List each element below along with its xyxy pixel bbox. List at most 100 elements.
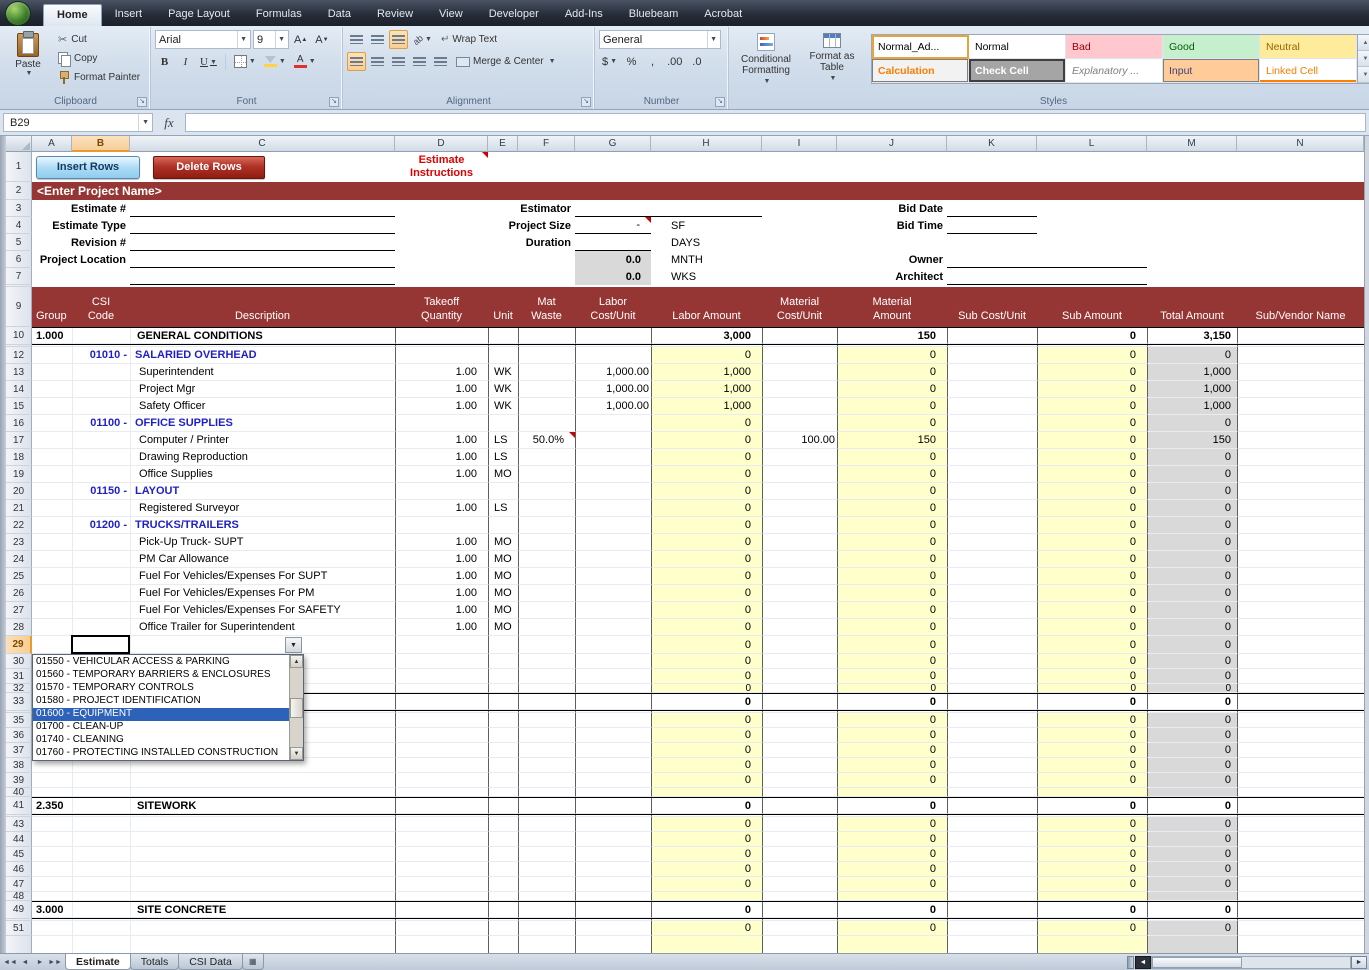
cell-B10[interactable]: [72, 328, 130, 344]
cell-M21[interactable]: 0: [1147, 500, 1237, 517]
cell-B26[interactable]: [72, 585, 130, 602]
column-header-G[interactable]: G: [575, 136, 651, 152]
cell-H37[interactable]: 0: [651, 743, 762, 758]
cell-H10[interactable]: 3,000: [651, 328, 762, 344]
cell-D28[interactable]: 1.00: [395, 619, 488, 636]
column-header-M[interactable]: M: [1147, 136, 1237, 152]
row-header-43[interactable]: 43: [6, 817, 32, 832]
cell-I17[interactable]: 100.00: [762, 432, 837, 449]
cell-I44[interactable]: [762, 832, 837, 847]
cell-A17[interactable]: [32, 432, 72, 449]
cell-J41[interactable]: 0: [837, 798, 947, 814]
dropdown-item[interactable]: 01760 - PROTECTING INSTALLED CONSTRUCTIO…: [33, 747, 289, 760]
cell-N5[interactable]: [1237, 234, 1364, 251]
dropdown-arrow-button[interactable]: ▼: [285, 637, 302, 653]
cell-C46[interactable]: [130, 862, 395, 877]
cell-N22[interactable]: [1237, 517, 1364, 534]
cell-G38[interactable]: [575, 758, 651, 773]
cell-B13[interactable]: [72, 364, 130, 381]
cell-style-neutral[interactable]: Neutral: [1260, 35, 1357, 59]
cell-F20[interactable]: [518, 483, 575, 500]
cell-G28[interactable]: [575, 619, 651, 636]
cell-J38[interactable]: 0: [837, 758, 947, 773]
cell-N31[interactable]: [1237, 669, 1364, 684]
cell-H29[interactable]: 0: [651, 636, 762, 654]
cell-J40[interactable]: [837, 788, 947, 797]
cell-A3[interactable]: Estimate #: [32, 200, 130, 217]
cell-D15[interactable]: 1.00: [395, 398, 488, 415]
cell-G27[interactable]: [575, 602, 651, 619]
cell-J30[interactable]: 0: [837, 654, 947, 669]
cell-M51[interactable]: 0: [1147, 921, 1237, 936]
scroll-thumb[interactable]: [1152, 956, 1242, 968]
cell-F37[interactable]: [518, 743, 575, 758]
cell-M15[interactable]: 1,000: [1147, 398, 1237, 415]
cell-L48[interactable]: [1037, 892, 1147, 901]
cell-I20[interactable]: [762, 483, 837, 500]
cell-G30[interactable]: [575, 654, 651, 669]
cell-C12[interactable]: SALARIED OVERHEAD: [130, 347, 395, 364]
cell-style-explanatory-[interactable]: Explanatory ...: [1066, 59, 1163, 83]
cell-C4[interactable]: [130, 217, 395, 234]
scroll-up-icon[interactable]: ▲: [290, 655, 303, 668]
cell-L36[interactable]: 0: [1037, 728, 1147, 743]
cell-L20[interactable]: 0: [1037, 483, 1147, 500]
cell-L44[interactable]: 0: [1037, 832, 1147, 847]
cell-L47[interactable]: 0: [1037, 877, 1147, 892]
row-header-10[interactable]: 10: [6, 327, 32, 345]
cell-M30[interactable]: 0: [1147, 654, 1237, 669]
cell-M17[interactable]: 150: [1147, 432, 1237, 449]
cell-C27[interactable]: Fuel For Vehicles/Expenses For SAFETY: [130, 602, 395, 619]
cell-H45[interactable]: 0: [651, 847, 762, 862]
font-size-select[interactable]: 9 ▼: [253, 30, 289, 49]
cell-M47[interactable]: 0: [1147, 877, 1237, 892]
cell-N35[interactable]: [1237, 713, 1364, 728]
cell-K18[interactable]: [947, 449, 1037, 466]
cell-A28[interactable]: [32, 619, 72, 636]
vertical-scrollbar[interactable]: [1364, 136, 1369, 953]
cell-I15[interactable]: [762, 398, 837, 415]
column-header-A[interactable]: A: [32, 136, 72, 152]
cell-M44[interactable]: 0: [1147, 832, 1237, 847]
cell-H22[interactable]: 0: [651, 517, 762, 534]
cell-J29[interactable]: 0: [837, 636, 947, 654]
cell-J10[interactable]: 150: [837, 328, 947, 344]
cell-H48[interactable]: [651, 892, 762, 901]
row-header-1[interactable]: 1: [6, 152, 32, 182]
cell-G16[interactable]: [575, 415, 651, 432]
cell-K15[interactable]: [947, 398, 1037, 415]
cell-E19[interactable]: MO: [488, 466, 518, 483]
cell-K46[interactable]: [947, 862, 1037, 877]
cell-N46[interactable]: [1237, 862, 1364, 877]
cell-J36[interactable]: 0: [837, 728, 947, 743]
dropdown-item-selected[interactable]: 01600 - EQUIPMENT: [33, 708, 289, 721]
cell-A5[interactable]: Revision #: [32, 234, 130, 251]
align-bottom-button[interactable]: [389, 30, 408, 49]
cell-M32[interactable]: 0: [1147, 684, 1237, 693]
row-header-21[interactable]: 21: [6, 500, 32, 517]
cell-K[interactable]: [947, 936, 1037, 953]
cell-F10[interactable]: [518, 328, 575, 344]
cell-H47[interactable]: 0: [651, 877, 762, 892]
cell-I27[interactable]: [762, 602, 837, 619]
first-sheet-button[interactable]: ◄◄: [3, 956, 17, 969]
sheet-tab-estimate[interactable]: Estimate: [65, 954, 131, 970]
cell-L26[interactable]: 0: [1037, 585, 1147, 602]
row-header-33[interactable]: 33: [6, 693, 32, 711]
cell-M36[interactable]: 0: [1147, 728, 1237, 743]
cell-B14[interactable]: [72, 381, 130, 398]
cell-K13[interactable]: [947, 364, 1037, 381]
underline-button[interactable]: U ▼: [197, 52, 220, 71]
cell-E41[interactable]: [488, 798, 518, 814]
cell-J17[interactable]: 150: [837, 432, 947, 449]
cell-I12[interactable]: [762, 347, 837, 364]
cell-E28[interactable]: MO: [488, 619, 518, 636]
cell-E32[interactable]: [488, 684, 518, 693]
cell-H27[interactable]: 0: [651, 602, 762, 619]
cell-E36[interactable]: [488, 728, 518, 743]
tab-review[interactable]: Review: [364, 4, 426, 26]
cell-M33[interactable]: 0: [1147, 694, 1237, 710]
cell-K16[interactable]: [947, 415, 1037, 432]
comma-style-button[interactable]: ,: [643, 52, 662, 71]
cell-I51[interactable]: [762, 921, 837, 936]
